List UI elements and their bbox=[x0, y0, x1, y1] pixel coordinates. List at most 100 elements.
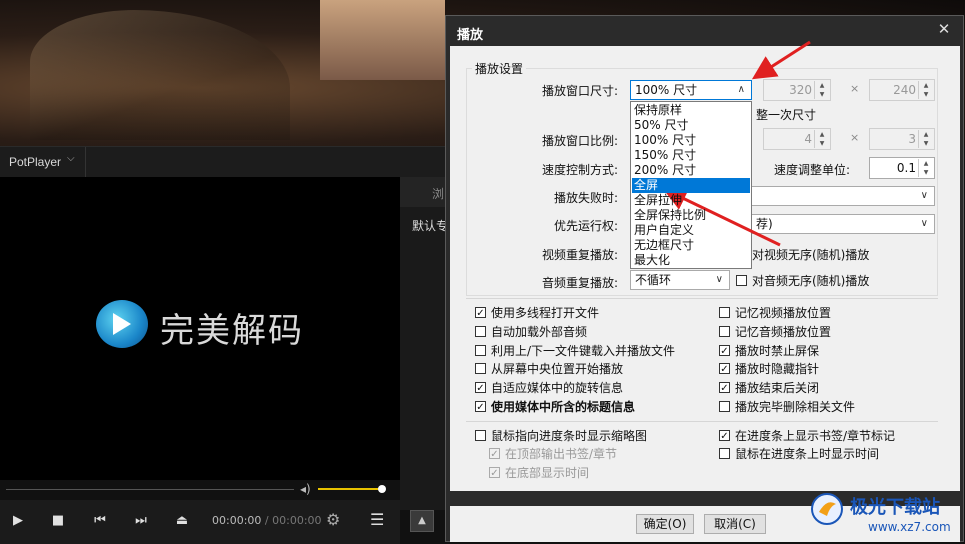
stop-button[interactable]: ■ bbox=[40, 500, 76, 544]
chevron-down-icon: ∨ bbox=[715, 274, 723, 285]
checkbox-checked-icon: ✓ bbox=[475, 307, 486, 319]
spin-arrows-icon[interactable]: ▲ ▼ bbox=[814, 81, 829, 99]
potplayer-menu-button[interactable]: PotPlayer bbox=[9, 155, 61, 169]
divider bbox=[85, 147, 86, 177]
seek-bar[interactable] bbox=[6, 489, 294, 490]
height-value: 240 bbox=[893, 83, 916, 97]
cancel-button[interactable]: 取消(C) bbox=[704, 514, 766, 534]
priority-value: 荐) bbox=[756, 217, 773, 231]
watermark-url: www.xz7.com bbox=[868, 520, 951, 534]
spin-arrows-icon[interactable]: ▲ ▼ bbox=[918, 159, 933, 177]
checkbox-checked-icon: ✓ bbox=[719, 430, 730, 442]
eject-button[interactable]: ⏏ bbox=[164, 500, 200, 544]
option-checkbox-label: 播放时禁止屏保 bbox=[735, 344, 820, 358]
chevron-down-icon: ∨ bbox=[920, 218, 928, 229]
chevron-down-icon: ∨ bbox=[920, 190, 928, 201]
checkbox-checked-icon: ✓ bbox=[489, 448, 500, 460]
playlist-tab[interactable]: 浏 bbox=[400, 177, 445, 207]
checkbox-checked-icon: ✓ bbox=[489, 467, 500, 479]
window-size-label: 播放窗口尺寸: bbox=[541, 84, 618, 98]
divider bbox=[466, 298, 938, 299]
fail-action-select[interactable]: ∨ bbox=[752, 186, 935, 206]
option-checkbox-label: 播放结束后关闭 bbox=[735, 381, 820, 395]
next-button[interactable]: ⏭ bbox=[123, 500, 159, 544]
checkbox-icon bbox=[736, 275, 747, 286]
option-checkbox-label: 从屏幕中央位置开始播放 bbox=[491, 362, 624, 376]
volume-knob[interactable] bbox=[378, 485, 386, 493]
option-checkbox-label: 使用媒体中所含的标题信息 bbox=[491, 400, 636, 414]
dropdown-option[interactable]: 用户自定义 bbox=[632, 223, 750, 238]
thumbnail-checkbox-label: 鼠标指向进度条时显示缩略图 bbox=[491, 429, 648, 443]
chevron-up-icon: ∧ bbox=[737, 84, 745, 95]
window-size-select[interactable]: 100% 尺寸 ∧ bbox=[630, 80, 752, 100]
checkbox-icon bbox=[475, 326, 486, 337]
window-size-value: 100% 尺寸 bbox=[635, 83, 698, 97]
time-total: 00:00:00 bbox=[272, 514, 322, 527]
audio-random-label: 对音频无序(随机)播放 bbox=[752, 274, 870, 288]
hover-time-checkbox-label: 鼠标在进度条上时显示时间 bbox=[735, 447, 880, 461]
watermark-logo-icon bbox=[811, 493, 843, 525]
dropdown-option[interactable]: 无边框尺寸 bbox=[632, 238, 750, 253]
volume-icon[interactable]: ◂) bbox=[300, 482, 311, 496]
video-repeat-label: 视频重复播放: bbox=[541, 248, 618, 262]
priority-label: 优先运行权: bbox=[553, 219, 618, 233]
height-input[interactable]: 240 ▲ ▼ bbox=[869, 79, 935, 101]
speed-unit-value: 0.1 bbox=[896, 161, 916, 175]
close-icon[interactable]: ✕ bbox=[934, 20, 954, 38]
checkbox-checked-icon: ✓ bbox=[719, 345, 730, 357]
option-checkbox-label: 记忆音频播放位置 bbox=[735, 325, 832, 339]
dropdown-option[interactable]: 全屏保持比例 bbox=[632, 208, 750, 223]
time-separator: / bbox=[264, 514, 269, 527]
checkbox-icon bbox=[475, 430, 486, 441]
menu-icon[interactable]: ☰ bbox=[370, 510, 384, 529]
checkbox-icon bbox=[475, 363, 486, 374]
checkbox-checked-icon: ✓ bbox=[475, 401, 486, 413]
adjust-once-text: 整一次尺寸 bbox=[756, 108, 817, 122]
logo-text: 完美解码 bbox=[160, 311, 304, 351]
dropdown-option[interactable]: 100% 尺寸 bbox=[632, 133, 750, 148]
dropdown-option[interactable]: 150% 尺寸 bbox=[632, 148, 750, 163]
ok-button[interactable]: 确定(O) bbox=[636, 514, 694, 534]
seek-area bbox=[0, 480, 400, 500]
spin-arrows-icon[interactable]: ▲ ▼ bbox=[814, 130, 829, 148]
width-value: 320 bbox=[789, 83, 812, 97]
potplayer-menu-bar: PotPlayer ⌵ bbox=[0, 146, 445, 177]
dropdown-option[interactable]: 保持原样 bbox=[632, 103, 750, 118]
video-random-text: 对视频无序(随机)播放 bbox=[752, 248, 870, 262]
dropdown-option[interactable]: 最大化 bbox=[632, 253, 750, 268]
watermark-name: 极光下载站 bbox=[850, 497, 940, 518]
playlist-add-icon[interactable]: ▲ bbox=[410, 510, 434, 532]
spin-arrows-icon[interactable]: ▲ ▼ bbox=[918, 81, 933, 99]
gear-icon[interactable]: ⚙ bbox=[326, 510, 340, 529]
ratio-label: 播放窗口比例: bbox=[541, 134, 618, 148]
width-input[interactable]: 320 ▲ ▼ bbox=[763, 79, 831, 101]
option-checkbox-label: 播放完毕删除相关文件 bbox=[735, 400, 856, 414]
divider bbox=[466, 421, 938, 422]
play-button[interactable]: ▶ bbox=[0, 500, 36, 544]
audio-repeat-select[interactable]: 不循环 ∨ bbox=[630, 270, 730, 290]
times-sign: × bbox=[850, 131, 860, 144]
audio-repeat-label: 音频重复播放: bbox=[541, 276, 618, 290]
ratio-a-value: 4 bbox=[804, 132, 812, 146]
dropdown-option[interactable]: 200% 尺寸 bbox=[632, 163, 750, 178]
speed-unit-input[interactable]: 0.1 ▲ ▼ bbox=[869, 157, 935, 179]
boat-scene bbox=[30, 10, 290, 140]
chevron-down-icon[interactable]: ⌵ bbox=[67, 153, 75, 164]
dropdown-option[interactable]: 50% 尺寸 bbox=[632, 118, 750, 133]
ratio-b-input[interactable]: 3 ▲ ▼ bbox=[869, 128, 935, 150]
ratio-a-input[interactable]: 4 ▲ ▼ bbox=[763, 128, 831, 150]
checkbox-icon bbox=[719, 401, 730, 412]
option-checkbox-label: 利用上/下一文件键载入并播放文件 bbox=[491, 344, 676, 358]
playlist-item[interactable]: 默认专 bbox=[412, 217, 448, 234]
checkbox-icon bbox=[719, 326, 730, 337]
speed-mode-label: 速度控制方式: bbox=[541, 163, 618, 177]
dialog-title: 播放 bbox=[457, 28, 484, 43]
time-display: 00:00:00 / 00:00:00 bbox=[212, 514, 322, 527]
dropdown-option[interactable]: 全屏拉伸 bbox=[632, 193, 750, 208]
priority-select[interactable]: 荐) ∨ bbox=[752, 214, 935, 234]
volume-slider[interactable] bbox=[318, 488, 382, 490]
time-bottom-checkbox-label: 在底部显示时间 bbox=[505, 466, 590, 480]
previous-button[interactable]: ⏮ bbox=[82, 500, 118, 544]
spin-arrows-icon[interactable]: ▲ ▼ bbox=[918, 130, 933, 148]
dropdown-option[interactable]: 全屏 bbox=[632, 178, 750, 193]
